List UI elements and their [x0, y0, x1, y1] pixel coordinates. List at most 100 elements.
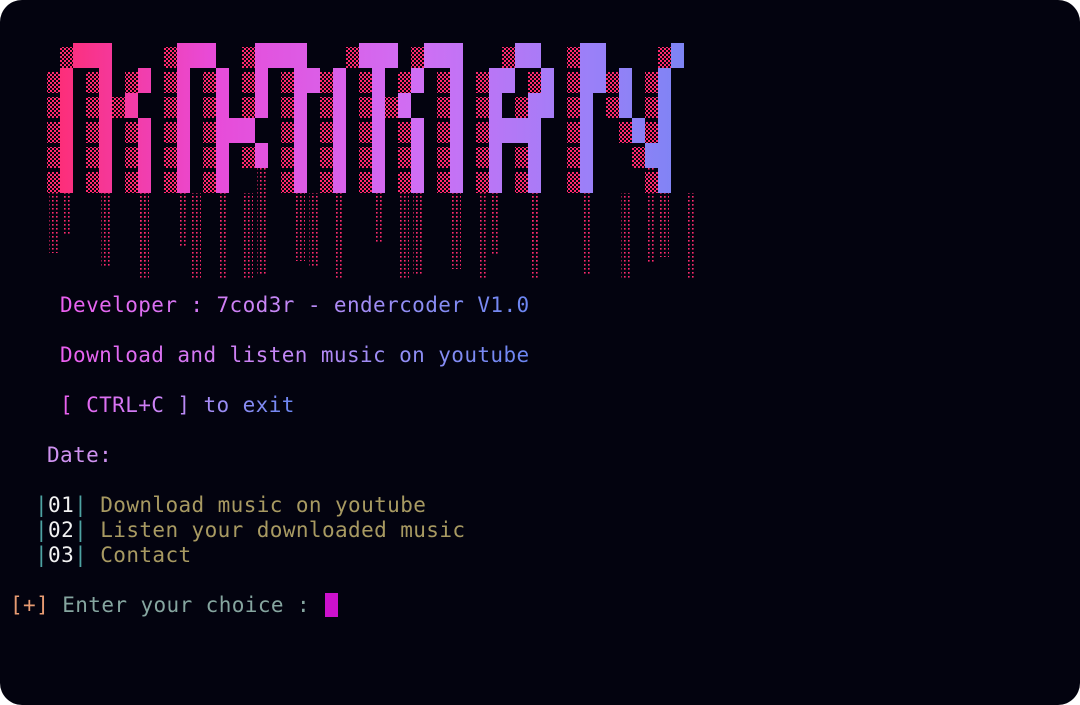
logo-shadow — [125, 147, 138, 168]
logo-shadow — [567, 97, 580, 118]
menu-option-label: Listen your downloaded music — [100, 518, 466, 542]
logo-block — [99, 93, 112, 118]
logo-block — [229, 118, 242, 143]
logo-block — [216, 93, 229, 118]
logo-shadow — [359, 97, 372, 118]
logo-shadow — [437, 97, 450, 118]
logo-block — [411, 143, 424, 168]
logo-shadow — [359, 122, 372, 143]
logo-block — [411, 168, 424, 193]
text-cursor[interactable] — [325, 593, 339, 617]
logo-block — [294, 118, 307, 143]
logo-block — [138, 168, 151, 193]
logo-block — [411, 118, 424, 143]
logo-block — [255, 43, 268, 68]
logo-drip — [660, 193, 669, 257]
logo-shadow — [528, 72, 541, 93]
logo-block — [294, 68, 307, 93]
developer-credit: Developer : 7cod3r - endercoder V1.0 — [60, 293, 530, 317]
logo-block — [502, 68, 515, 93]
logo-shadow — [398, 72, 411, 93]
logo-shadow — [645, 72, 658, 93]
logo-block — [60, 118, 73, 143]
logo-block — [593, 68, 606, 93]
logo-block — [138, 143, 151, 168]
logo-block — [99, 143, 112, 168]
logo-block — [177, 168, 190, 193]
logo-shadow — [60, 47, 73, 68]
logo-shadow — [125, 122, 138, 143]
logo-block — [398, 93, 411, 118]
logo-shadow — [411, 47, 424, 68]
logo-shadow — [164, 97, 177, 118]
logo-drip — [101, 193, 110, 266]
logo-shadow — [320, 72, 333, 93]
logo-block — [411, 68, 424, 93]
logo-block — [60, 143, 73, 168]
mpman-ascii-logo — [47, 43, 695, 280]
logo-block — [502, 118, 515, 143]
logo-drip — [374, 193, 383, 243]
logo-drip — [686, 193, 695, 280]
logo-shadow — [359, 172, 372, 193]
logo-block — [203, 43, 216, 68]
menu-option-number: 02 — [48, 518, 75, 542]
logo-block — [528, 118, 541, 143]
logo-shadow — [606, 97, 619, 118]
logo-shadow — [359, 147, 372, 168]
logo-block — [216, 118, 229, 143]
logo-shadow — [515, 147, 528, 168]
logo-shadow — [86, 147, 99, 168]
prompt-marker: [+] — [10, 593, 50, 617]
logo-shadow — [632, 147, 645, 168]
logo-block — [515, 118, 528, 143]
logo-shadow — [86, 122, 99, 143]
menu-option-label: Contact — [100, 543, 192, 567]
logo-shadow — [359, 72, 372, 93]
logo-shadow — [567, 47, 580, 68]
logo-drip — [192, 193, 201, 280]
logo-block — [489, 143, 502, 168]
logo-shadow — [385, 97, 398, 118]
logo-shadow — [164, 72, 177, 93]
logo-block — [99, 43, 112, 68]
logo-block — [489, 68, 502, 93]
logo-shadow — [281, 147, 294, 168]
logo-drip — [296, 193, 305, 261]
logo-shadow — [125, 172, 138, 193]
choice-prompt[interactable]: [+] Enter your choice : — [10, 592, 339, 618]
logo-block — [385, 43, 398, 68]
logo-shadow — [125, 72, 138, 93]
logo-block — [580, 68, 593, 93]
menu-pipe-right: | — [74, 543, 88, 567]
logo-block — [541, 68, 554, 93]
logo-block — [359, 43, 372, 68]
logo-block — [372, 43, 385, 68]
logo-block — [86, 43, 99, 68]
logo-shadow — [242, 47, 255, 68]
menu-option-contact[interactable]: |03| Contact — [35, 542, 192, 568]
menu-pipe-left: | — [35, 518, 49, 542]
logo-shadow — [476, 172, 489, 193]
menu-pipe-left: | — [35, 493, 49, 517]
logo-drip — [218, 193, 227, 279]
logo-shadow — [320, 122, 333, 143]
menu-pipe-right: | — [74, 518, 88, 542]
logo-drip — [335, 193, 344, 280]
menu-option-download[interactable]: |01| Download music on youtube — [35, 492, 426, 518]
logo-shadow — [606, 72, 619, 93]
menu-option-listen[interactable]: |02| Listen your downloaded music — [35, 517, 465, 543]
logo-block — [658, 143, 671, 168]
logo-block — [307, 68, 320, 93]
logo-shadow — [346, 47, 359, 68]
logo-block — [333, 143, 346, 168]
terminal-window: Developer : 7cod3r - endercoder V1.0 Dow… — [0, 0, 1080, 705]
logo-shadow — [47, 97, 60, 118]
logo-shadow — [242, 147, 255, 168]
logo-drip — [582, 193, 591, 275]
logo-block — [541, 93, 554, 118]
logo-block — [333, 168, 346, 193]
logo-block — [177, 143, 190, 168]
logo-block — [255, 68, 268, 93]
logo-shadow — [515, 172, 528, 193]
